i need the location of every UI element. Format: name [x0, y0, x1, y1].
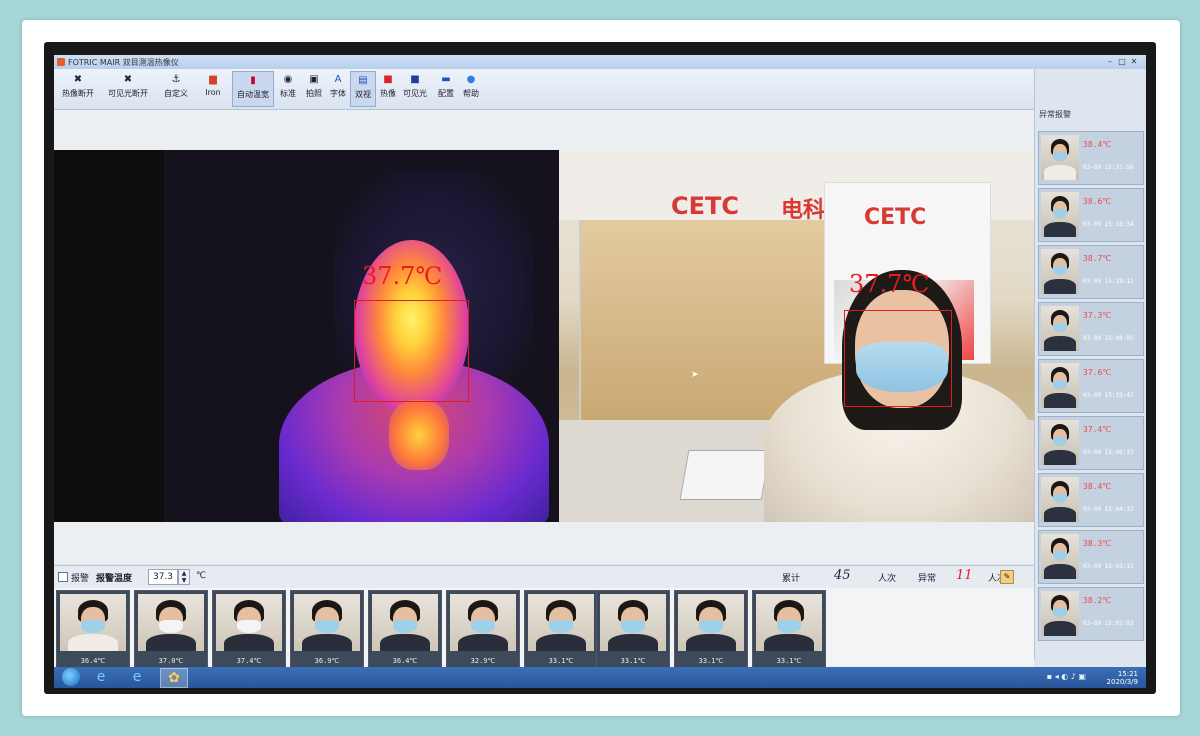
system-tray-icons[interactable]: ▪ ◂ ◐ ♪ ▣ [1047, 672, 1086, 681]
laptop [679, 450, 771, 500]
video-area: 37.7℃ CETC 电科 CETC 37.7℃ ➤ [54, 150, 1034, 522]
thumbnail-item[interactable]: 37.4℃ [212, 590, 286, 668]
palette-icon: ▆ [209, 74, 217, 85]
font-icon: A [334, 74, 342, 85]
threshold-unit: ℃ [196, 571, 207, 581]
thermal-disconnect-button[interactable]: ✖ 热像断开 [58, 71, 98, 105]
brand-logo-banner: CETC [864, 205, 927, 230]
window-controls: – □ ✕ [1104, 57, 1140, 66]
total-count: 45 [834, 568, 851, 583]
alarm-list-item[interactable]: 38.7℃ 03-09 15:19:12 [1038, 245, 1144, 299]
ie-icon[interactable]: e [88, 668, 114, 686]
system-clock[interactable]: 15:21 2020/3/9 [1107, 670, 1138, 686]
alarm-list-item[interactable]: 37.3℃ 03-09 15:08:05 [1038, 302, 1144, 356]
toolbar: ✖ 热像断开 ✖ 可见光断开 ⚓ 自定义 ▆ Iron ▮ 自动温宽 ◉ 标准 … [54, 69, 1034, 110]
start-button-icon[interactable] [62, 668, 80, 686]
window-titlebar: FOTRIC MAIR 双目测温热像仪 – □ ✕ [54, 55, 1146, 69]
capture-thumbnails: 36.4℃ 37.0℃ 37.4℃ 36.9℃ 36.4℃ 32.9℃ 33.1… [54, 588, 1034, 668]
camera-icon: ▣ [309, 74, 319, 85]
help-button[interactable]: ● 帮助 [458, 71, 484, 105]
abnormal-alarm-panel: 异常报警 38.4℃ 03-09 15:21:56 38.6℃ 03-09 15… [1034, 69, 1146, 659]
help-icon: ● [466, 74, 476, 85]
thumbnail-item[interactable]: 32.9℃ [446, 590, 520, 668]
alarm-list-item[interactable]: 37.4℃ 03-09 15:06:33 [1038, 416, 1144, 470]
close-icon[interactable]: ✕ [1128, 57, 1140, 66]
monitor-icon: ▬ [441, 74, 451, 85]
alarm-bar: 报警 报警温度 37.3 ▲ ▼ ℃ 累计 45 人次 异常 11 人次 ✎ [54, 565, 1034, 588]
lower-strip [54, 522, 1034, 564]
visible-temperature-label: 37.7℃ [849, 270, 930, 298]
threshold-label: 报警温度 [96, 574, 133, 584]
thumbnail-item[interactable]: 36.9℃ [290, 590, 364, 668]
total-label: 累计 [782, 574, 801, 584]
abnormal-label: 异常 [918, 574, 937, 584]
thumbnail-item[interactable]: 37.0℃ [134, 590, 208, 668]
settings-icon[interactable]: ✎ [1000, 570, 1014, 584]
range-icon: ▮ [250, 75, 256, 86]
app-screen: FOTRIC MAIR 双目测温热像仪 – □ ✕ ✖ 热像断开 ✖ 可见光断开 ⚓… [54, 55, 1146, 688]
checkbox-icon[interactable] [58, 572, 68, 582]
threshold-input[interactable]: 37.3 [148, 569, 178, 585]
content-header [54, 110, 1034, 150]
thumbnail-item[interactable]: 33.1℃ [674, 590, 748, 668]
alarm-list-item[interactable]: 38.4℃ 03-09 15:21:56 [1038, 131, 1144, 185]
total-unit: 人次 [878, 574, 897, 584]
alarm-list-item[interactable]: 38.2℃ 03-09 15:02:03 [1038, 587, 1144, 641]
thermal-app-taskbar-icon[interactable]: ✿ [160, 668, 188, 688]
visible-face-box [844, 310, 952, 407]
windows-taskbar: e e ✿ ▪ ◂ ◐ ♪ ▣ 15:21 2020/3/9 [54, 667, 1146, 688]
thermal-view[interactable]: 37.7℃ [54, 150, 559, 522]
side-panel-title: 异常报警 [1039, 110, 1071, 119]
disconnect-icon: ✖ [123, 74, 133, 85]
thumbnail-item[interactable]: 33.1℃ [524, 590, 598, 668]
config-button[interactable]: ▬ 配置 [434, 71, 458, 105]
disconnect-icon: ✖ [73, 74, 83, 85]
brand-text-wall: 电科 [781, 198, 826, 223]
visible-disconnect-button[interactable]: ✖ 可见光断开 [102, 71, 154, 105]
visible-icon: ■ [410, 74, 420, 85]
dual-view-button[interactable]: ▤ 双视 [350, 71, 376, 107]
visible-view[interactable]: CETC 电科 CETC 37.7℃ ➤ [559, 150, 1034, 522]
window-title: FOTRIC MAIR 双目测温热像仪 [68, 58, 179, 67]
maximize-icon[interactable]: □ [1116, 57, 1128, 66]
threshold-stepper[interactable]: ▲ ▼ [178, 569, 190, 585]
standard-icon: ◉ [283, 74, 293, 85]
auto-range-button[interactable]: ▮ 自动温宽 [232, 71, 274, 107]
alarm-list-item[interactable]: 38.6℃ 03-09 15:18:34 [1038, 188, 1144, 242]
standard-button[interactable]: ◉ 标准 [276, 71, 300, 105]
dual-view-icon: ▤ [358, 75, 368, 86]
mouse-cursor-icon: ➤ [691, 370, 699, 380]
visible-view-button[interactable]: ■ 可见光 [400, 71, 430, 105]
thermal-view-button[interactable]: ■ 热像 [376, 71, 400, 105]
ie-icon[interactable]: e [124, 668, 150, 686]
palette-dropdown[interactable]: ▆ Iron [199, 71, 227, 105]
thermal-icon: ■ [383, 74, 393, 85]
snapshot-button[interactable]: ▣ 拍照 [302, 71, 326, 105]
brand-logo-wall: CETC [671, 192, 739, 220]
alarm-list-item[interactable]: 37.6℃ 03-09 15:15:47 [1038, 359, 1144, 413]
font-button[interactable]: A 字体 [326, 71, 350, 105]
alarm-list-item[interactable]: 38.3℃ 03-09 15:03:15 [1038, 530, 1144, 584]
thumbnail-item[interactable]: 36.4℃ [56, 590, 130, 668]
alarm-checkbox[interactable]: 报警 [58, 571, 89, 584]
thumbnail-item[interactable]: 36.4℃ [368, 590, 442, 668]
minimize-icon[interactable]: – [1104, 57, 1116, 66]
thermal-temperature-label: 37.7℃ [362, 262, 443, 290]
custom-dropdown[interactable]: ⚓ 自定义 [158, 71, 194, 105]
app-icon [57, 58, 65, 66]
thumbnail-item[interactable]: 33.1℃ [752, 590, 826, 668]
anchor-icon: ⚓ [171, 74, 181, 85]
thermal-face-box [354, 300, 469, 402]
thumbnail-item[interactable]: 33.1℃ [596, 590, 670, 668]
alarm-list-item[interactable]: 38.4℃ 03-09 15:04:32 [1038, 473, 1144, 527]
abnormal-count: 11 [956, 568, 973, 583]
